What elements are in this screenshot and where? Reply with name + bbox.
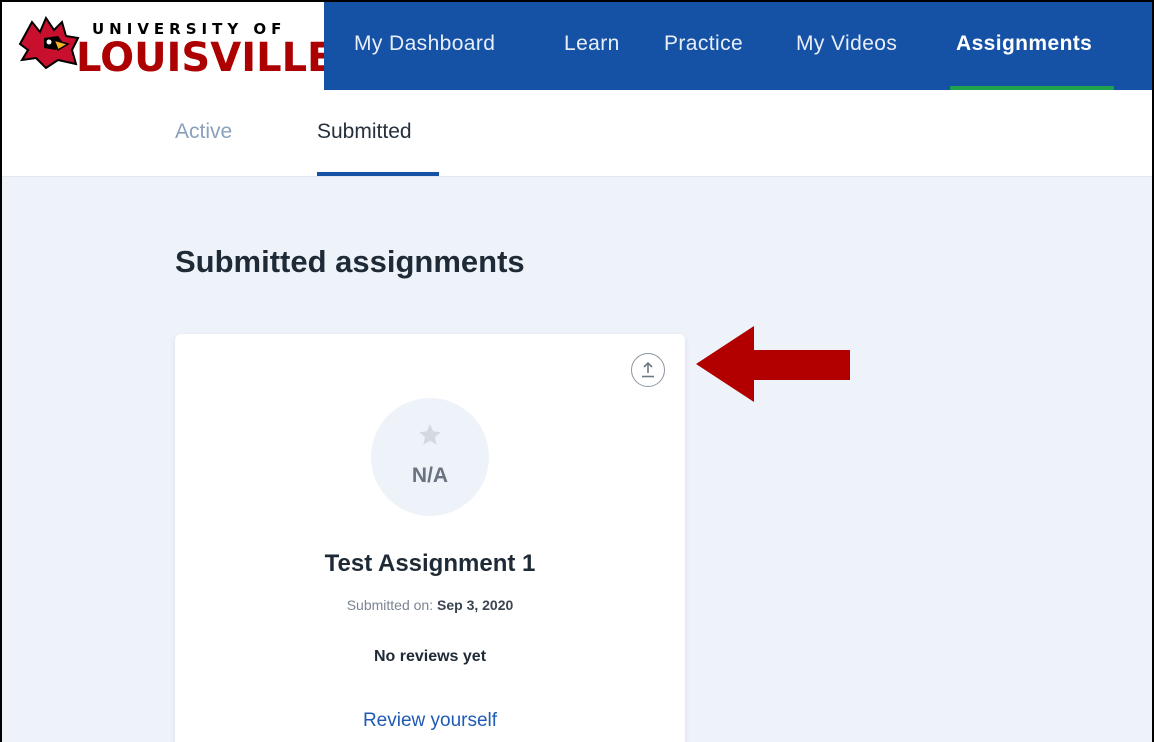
assignment-tabs: Active Submitted xyxy=(2,90,1152,177)
nav-practice[interactable]: Practice xyxy=(664,32,743,56)
score-badge: N/A xyxy=(371,398,489,516)
logo-main-text: LOUISVILLE. xyxy=(76,35,350,81)
page-title: Submitted assignments xyxy=(175,244,525,279)
arrow-left-icon xyxy=(696,326,850,402)
main-content: Submitted assignments N/A Test Assignmen… xyxy=(2,177,1152,742)
nav-my-videos[interactable]: My Videos xyxy=(796,32,897,56)
star-icon xyxy=(419,424,441,445)
university-logo[interactable]: UNIVERSITY OF LOUISVILLE. xyxy=(2,2,350,90)
main-navigation: My Dashboard Learn Practice My Videos As… xyxy=(324,2,1152,90)
submitted-date-line: Submitted on: Sep 3, 2020 xyxy=(175,597,685,613)
submitted-date: Sep 3, 2020 xyxy=(437,597,514,613)
nav-learn[interactable]: Learn xyxy=(564,32,620,56)
assignment-title: Test Assignment 1 xyxy=(324,550,536,577)
review-yourself-link[interactable]: Review yourself xyxy=(175,710,685,732)
upload-button[interactable] xyxy=(631,353,665,387)
nav-assignments[interactable]: Assignments xyxy=(956,32,1092,56)
cardinal-logo-icon xyxy=(18,16,80,70)
upload-icon xyxy=(642,361,654,378)
tab-active-indicator xyxy=(317,172,439,176)
assignment-card: N/A Test Assignment 1 Submitted on: Sep … xyxy=(175,334,685,742)
tab-submitted[interactable]: Submitted xyxy=(317,120,412,144)
nav-my-dashboard[interactable]: My Dashboard xyxy=(354,32,495,56)
tab-active[interactable]: Active xyxy=(175,120,232,144)
top-header: UNIVERSITY OF LOUISVILLE. My Dashboard L… xyxy=(2,2,1152,90)
app-window: UNIVERSITY OF LOUISVILLE. My Dashboard L… xyxy=(0,0,1154,742)
submitted-label: Submitted on: xyxy=(346,597,434,613)
reviews-status: No reviews yet xyxy=(373,648,487,665)
score-value: N/A xyxy=(411,464,449,487)
